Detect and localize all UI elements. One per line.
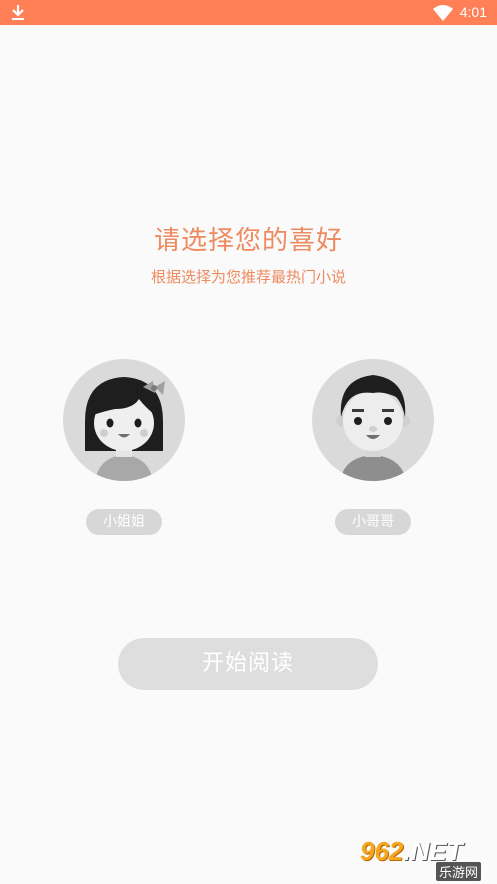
download-icon — [12, 5, 24, 20]
status-bar: 4:01 — [0, 0, 497, 25]
choice-label-boy[interactable]: 小哥哥 — [335, 509, 411, 535]
status-time: 4:01 — [459, 4, 487, 20]
page-title: 请选择您的喜好 — [153, 226, 343, 256]
choice-label-girl[interactable]: 小姐姐 — [86, 509, 162, 535]
girl-avatar-icon — [85, 377, 165, 481]
girl-avatar-button[interactable] — [63, 359, 185, 481]
watermark-logo: 962.NET 乐游网 — [360, 836, 494, 881]
page-subtitle: 根据选择为您推荐最热门小说 — [150, 268, 346, 286]
wifi-icon — [433, 5, 453, 21]
start-reading-button[interactable]: 开始阅读 — [118, 638, 378, 690]
boy-avatar-icon — [336, 375, 410, 481]
watermark-site: 乐游网 — [436, 862, 482, 881]
boy-avatar-button[interactable] — [312, 359, 434, 481]
